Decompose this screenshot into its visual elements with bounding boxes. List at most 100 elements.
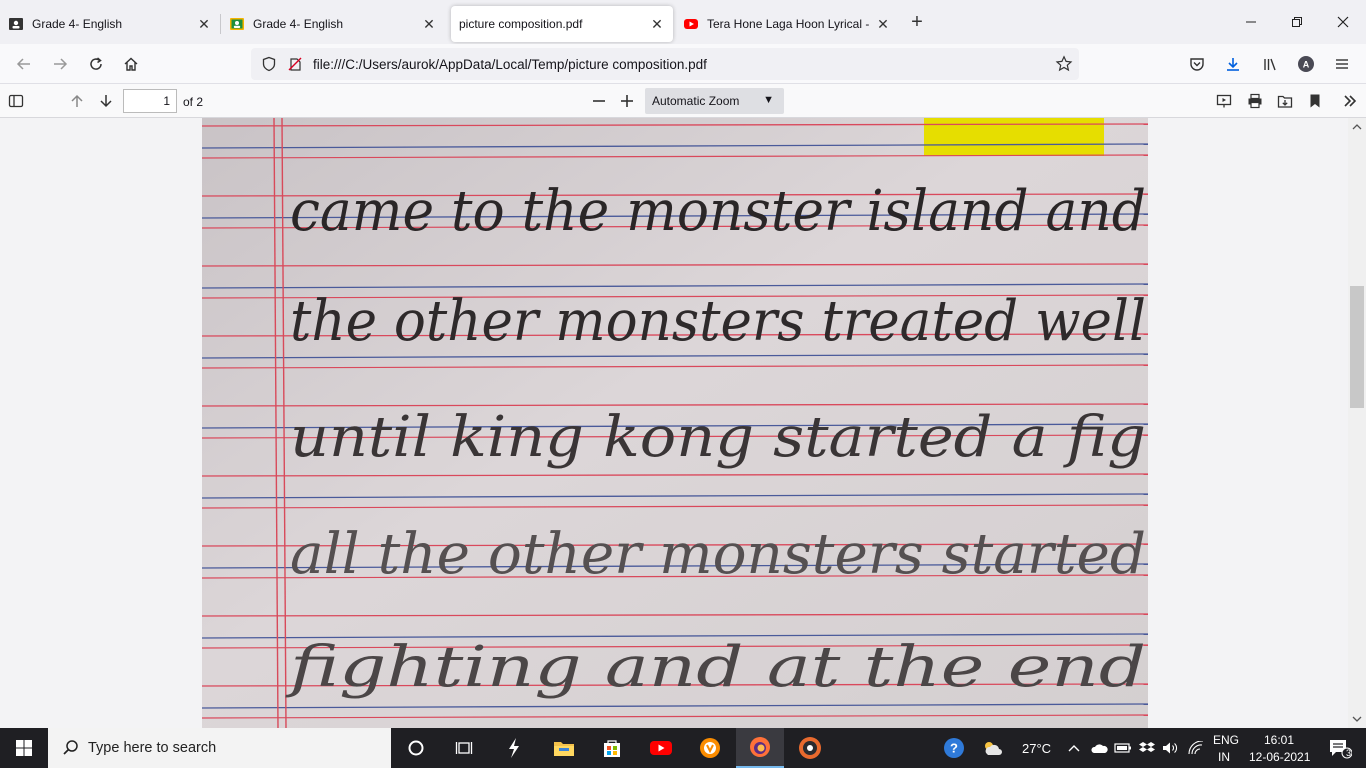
tab-title: picture composition.pdf — [459, 17, 583, 31]
account-avatar-icon: A — [1298, 56, 1314, 72]
wifi-tray-icon[interactable] — [1185, 728, 1207, 768]
notebook-page-image: came to the monster island and the other … — [202, 118, 1148, 728]
zoom-select-value: Automatic Zoom — [652, 94, 740, 108]
reload-icon — [90, 57, 102, 70]
url-bar[interactable]: file:///C:/Users/aurok/AppData/Local/Tem… — [251, 48, 1079, 80]
forward-button[interactable] — [44, 48, 76, 80]
clock-time[interactable]: 16:01 — [1264, 733, 1294, 747]
battery-icon — [1114, 743, 1131, 753]
scrollbar-thumb[interactable] — [1350, 286, 1364, 408]
handwritten-line: until king kong started a fig — [290, 405, 1146, 470]
page-info-icon[interactable] — [287, 56, 303, 72]
vertical-scrollbar[interactable] — [1348, 118, 1366, 728]
chevron-down-icon: ▼ — [763, 94, 774, 106]
tab-grade4-english-2[interactable]: Grade 4- English ✕ — [221, 6, 445, 42]
tab-grade4-english-1[interactable]: Grade 4- English ✕ — [0, 6, 220, 42]
minus-icon — [593, 100, 605, 102]
brave-browser-icon — [700, 738, 720, 758]
download-icon — [1227, 58, 1239, 71]
scroll-up-icon[interactable] — [1348, 120, 1366, 134]
bookmark-icon — [1310, 94, 1320, 108]
youtube-icon — [650, 741, 672, 755]
print-button[interactable] — [1243, 89, 1267, 113]
pdf-page: came to the monster island and the other … — [202, 118, 1148, 728]
tools-button[interactable] — [1338, 89, 1362, 113]
page-number-input[interactable]: 1 — [123, 89, 177, 113]
pdf-viewer[interactable]: came to the monster island and the other … — [0, 118, 1366, 728]
taskbar-microsoft-store[interactable] — [588, 728, 636, 768]
restore-icon — [1292, 17, 1302, 27]
zoom-in-button[interactable] — [615, 89, 639, 113]
show-hidden-icons-button[interactable] — [1063, 728, 1085, 768]
pocket-button[interactable] — [1181, 48, 1213, 80]
next-page-button[interactable] — [94, 89, 118, 113]
url-text: file:///C:/Users/aurok/AppData/Local/Tem… — [313, 56, 707, 72]
save-button[interactable] — [1273, 89, 1297, 113]
store-icon — [604, 740, 620, 757]
reload-button[interactable] — [80, 48, 112, 80]
search-icon — [63, 740, 78, 755]
restore-button[interactable] — [1274, 0, 1320, 44]
volume-tray-icon[interactable] — [1160, 728, 1182, 768]
weather-temperature[interactable]: 27°C — [1022, 741, 1051, 756]
start-button[interactable] — [0, 728, 48, 768]
taskbar-firefox[interactable] — [736, 728, 784, 768]
clock-date[interactable]: 12-06-2021 — [1249, 750, 1310, 764]
youtube-icon — [684, 19, 698, 29]
close-tab-icon[interactable]: ✕ — [875, 16, 891, 32]
close-tab-icon[interactable]: ✕ — [196, 16, 212, 32]
presentation-icon — [1216, 94, 1232, 108]
minimize-button[interactable] — [1228, 0, 1274, 44]
minimize-icon — [1246, 21, 1256, 23]
dropbox-tray-icon[interactable] — [1136, 728, 1158, 768]
action-center-button[interactable]: 3 — [1316, 728, 1364, 768]
onedrive-tray-icon[interactable] — [1088, 728, 1110, 768]
tab-picture-composition[interactable]: picture composition.pdf ✕ — [451, 6, 673, 42]
menu-button[interactable] — [1326, 48, 1358, 80]
scroll-down-icon[interactable] — [1348, 712, 1366, 726]
taskbar-search-box[interactable]: Type here to search — [48, 728, 391, 768]
battery-tray-icon[interactable] — [1112, 728, 1134, 768]
firefox-icon — [750, 737, 770, 757]
partly-cloudy-icon — [985, 742, 1002, 755]
zoom-out-button[interactable] — [587, 89, 611, 113]
tab-title: Grade 4- English — [32, 17, 123, 31]
bookmark-star-icon[interactable] — [1055, 55, 1073, 73]
previous-page-button[interactable] — [65, 89, 89, 113]
bookmark-button[interactable] — [1303, 89, 1327, 113]
handwritten-line: the other monsters treated well — [290, 289, 1146, 354]
navigation-bar: file:///C:/Users/aurok/AppData/Local/Tem… — [0, 44, 1366, 84]
windows-taskbar: Type here to search ? 27°C ENG IN 16:01 … — [0, 728, 1366, 768]
taskbar-file-explorer[interactable] — [540, 728, 588, 768]
close-window-button[interactable] — [1320, 0, 1366, 44]
language-code[interactable]: ENG — [1213, 733, 1239, 747]
downloads-button[interactable] — [1217, 48, 1249, 80]
new-tab-button[interactable]: + — [903, 8, 931, 36]
language-region[interactable]: IN — [1218, 750, 1230, 764]
plus-icon — [621, 95, 633, 107]
arrow-up-icon — [71, 94, 83, 107]
cloud-icon — [1091, 744, 1108, 753]
taskbar-brave[interactable] — [686, 728, 734, 768]
help-tray-button[interactable]: ? — [930, 728, 978, 768]
zoom-select[interactable]: Automatic Zoom ▼ — [645, 88, 784, 114]
tab-youtube-lyrical[interactable]: Tera Hone Laga Hoon Lyrical - A ✕ — [675, 6, 899, 42]
close-tab-icon[interactable]: ✕ — [649, 16, 665, 32]
task-view-button[interactable] — [440, 728, 488, 768]
handwritten-line: all the other monsters started — [290, 522, 1146, 587]
taskbar-app-lightning[interactable] — [490, 728, 538, 768]
shield-icon[interactable] — [261, 56, 277, 72]
cortana-button[interactable] — [392, 728, 440, 768]
cortana-circle-icon — [408, 740, 424, 756]
toggle-sidebar-button[interactable] — [4, 89, 28, 113]
close-tab-icon[interactable]: ✕ — [421, 16, 437, 32]
back-button[interactable] — [8, 48, 40, 80]
taskbar-media-app[interactable] — [786, 728, 834, 768]
taskbar-youtube[interactable] — [637, 728, 685, 768]
svg-text:A: A — [1303, 60, 1310, 70]
library-button[interactable] — [1254, 48, 1286, 80]
presentation-mode-button[interactable] — [1212, 89, 1236, 113]
weather-tray-button[interactable] — [980, 728, 1004, 768]
home-button[interactable] — [115, 48, 147, 80]
account-button[interactable]: A — [1290, 48, 1322, 80]
